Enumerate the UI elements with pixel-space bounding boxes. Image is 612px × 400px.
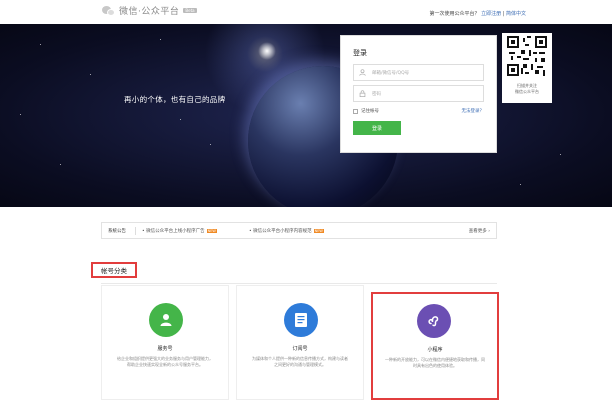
card-title: 服务号 [157, 346, 173, 352]
beta-badge: Beta [183, 8, 197, 13]
document-icon [295, 313, 307, 327]
link-divider: | [502, 11, 505, 17]
star [90, 74, 91, 75]
qr-code-icon [507, 36, 547, 76]
section-title: 帐号分类 [91, 262, 137, 278]
card-title: 小程序 [427, 347, 443, 353]
user-icon [359, 69, 366, 76]
star [40, 44, 41, 45]
password-field[interactable] [353, 85, 484, 102]
account-input[interactable] [372, 68, 480, 78]
register-prompt: 第一次使用公众平台？ [429, 11, 480, 17]
new-badge: NEW [313, 229, 324, 233]
miniprogram-logo-icon [428, 316, 439, 327]
chevron-right-icon: › [488, 229, 490, 234]
qr-caption: 扫描并关注 微信公众平台 [502, 83, 552, 95]
language-link[interactable]: 简体中文 [506, 11, 526, 17]
miniprogram-icon [417, 304, 451, 338]
login-panel: 登录 记住帐号 无法登录？ 登录 [340, 35, 497, 153]
star [560, 154, 561, 155]
star [60, 164, 61, 165]
service-account-icon [149, 303, 183, 337]
notice-item[interactable]: • 微信公众平台上线小程序广告 NEW [142, 228, 217, 234]
qr-panel: 扫描并关注 微信公众平台 [502, 33, 552, 103]
person-icon [160, 314, 172, 326]
notice-bar: 系统公告 • 微信公众平台上线小程序广告 NEW • 微信公众平台小程序内容规范 N… [101, 222, 497, 239]
notice-divider [135, 227, 136, 235]
account-type-card-service[interactable]: 服务号 给企业和组织提供更强大的业务服务与用户管理能力，帮助企业快速实现全新的公… [101, 285, 229, 400]
remember-account[interactable]: 记住帐号 [353, 108, 379, 114]
star [520, 184, 521, 185]
notice-more-link[interactable]: 查看更多 › [469, 228, 490, 234]
star [180, 119, 181, 120]
login-button[interactable]: 登录 [353, 121, 401, 135]
subscription-account-icon [284, 303, 318, 337]
account-type-card-miniprogram[interactable]: 小程序 一种新的开放能力，可以在微信内便捷地获取和传播，同时具有出色的使用体验。 [371, 292, 499, 400]
remember-label: 记住帐号 [361, 109, 379, 114]
card-description: 给企业和组织提供更强大的业务服务与用户管理能力，帮助企业快速实现全新的公众号服务… [117, 356, 213, 367]
password-input[interactable] [372, 89, 480, 99]
star [20, 114, 21, 115]
wechat-logo[interactable]: 微信·公众平台 Beta [102, 4, 197, 17]
card-title: 订阅号 [292, 346, 308, 352]
register-link[interactable]: 立即注册 [481, 11, 501, 17]
notice-item-text: 微信公众平台上线小程序广告 [146, 229, 205, 234]
forgot-link[interactable]: 无法登录？ [462, 108, 485, 114]
login-title: 登录 [353, 49, 367, 57]
star [160, 39, 161, 40]
more-label: 查看更多 [468, 229, 487, 234]
banner-slogan: 再小的个体，也有自己的品牌 [124, 95, 226, 104]
notice-label: 系统公告 [108, 229, 126, 234]
notice-item[interactable]: • 微信公众平台小程序内容规范 NEW [249, 228, 324, 234]
top-links: 第一次使用公众平台？ 立即注册 | 简体中文 [429, 10, 526, 17]
new-badge: NEW [206, 229, 217, 233]
top-bar: 微信·公众平台 Beta 第一次使用公众平台？ 立即注册 | 简体中文 [0, 0, 612, 24]
account-field[interactable] [353, 64, 484, 81]
logo-text: 微信·公众平台 [119, 7, 180, 17]
account-type-card-subscription[interactable]: 订阅号 为媒体和个人提供一种新的信息传播方式，构建与读者之间更好的沟通与管理模式… [236, 285, 364, 400]
star [210, 144, 211, 145]
remember-checkbox[interactable] [353, 108, 358, 114]
wechat-icon [102, 5, 116, 17]
qr-caption-line2: 微信公众平台 [515, 89, 539, 94]
light-flare [258, 42, 276, 60]
section-divider [101, 283, 497, 284]
notice-item-text: 微信公众平台小程序内容规范 [253, 229, 312, 234]
card-description: 一种新的开放能力，可以在微信内便捷地获取和传播，同时具有出色的使用体验。 [385, 357, 485, 368]
lock-icon [359, 90, 366, 97]
card-description: 为媒体和个人提供一种新的信息传播方式，构建与读者之间更好的沟通与管理模式。 [252, 356, 348, 367]
